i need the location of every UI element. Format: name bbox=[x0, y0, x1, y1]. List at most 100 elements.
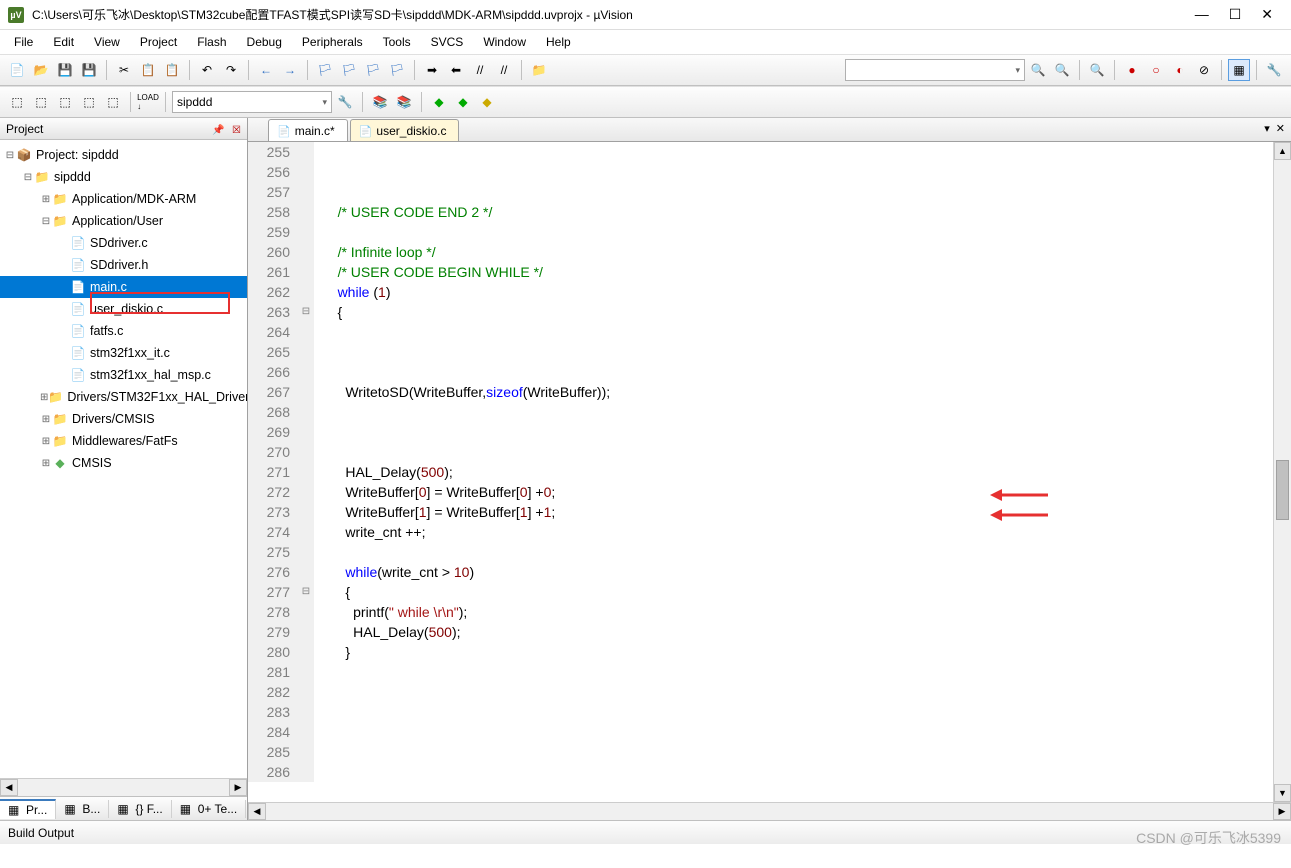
tree-file[interactable]: user_diskio.c bbox=[0, 298, 247, 320]
find-icon[interactable]: 🔍 bbox=[1027, 59, 1049, 81]
undo-icon[interactable]: ↶ bbox=[196, 59, 218, 81]
menu-svcs[interactable]: SVCS bbox=[421, 33, 474, 51]
menu-tools[interactable]: Tools bbox=[373, 33, 421, 51]
close-button[interactable]: ✕ bbox=[1261, 6, 1273, 23]
code-line[interactable]: 265 bbox=[248, 342, 1291, 362]
code-line[interactable]: 283 bbox=[248, 702, 1291, 722]
target-options-icon[interactable]: 🔧 bbox=[334, 91, 356, 113]
code-line[interactable]: 277⊟ { bbox=[248, 582, 1291, 602]
tree-group[interactable]: ⊞Drivers/STM32F1xx_HAL_Driver bbox=[0, 386, 247, 408]
editor-tab[interactable]: main.c* bbox=[268, 119, 348, 141]
tree-group[interactable]: ⊟Application/User bbox=[0, 210, 247, 232]
breakpoint-kill-icon[interactable]: ⊘ bbox=[1193, 59, 1215, 81]
tree-file[interactable]: SDdriver.h bbox=[0, 254, 247, 276]
panel-tab[interactable]: ▦{} F... bbox=[109, 800, 171, 818]
code-line[interactable]: 264 bbox=[248, 322, 1291, 342]
find-next-icon[interactable]: 🔍 bbox=[1051, 59, 1073, 81]
code-line[interactable]: 260 /* Infinite loop */ bbox=[248, 242, 1291, 262]
cut-icon[interactable]: ✂ bbox=[113, 59, 135, 81]
editor-vscroll[interactable]: ▲▼ bbox=[1273, 142, 1291, 802]
paste-icon[interactable]: 📋 bbox=[161, 59, 183, 81]
code-line[interactable]: 261 /* USER CODE BEGIN WHILE */ bbox=[248, 262, 1291, 282]
bookmark-prev-icon[interactable]: 🏳 bbox=[338, 59, 360, 81]
find-files-icon[interactable]: 📁 bbox=[528, 59, 550, 81]
bookmark-clear-icon[interactable]: 🏳 bbox=[386, 59, 408, 81]
menu-view[interactable]: View bbox=[84, 33, 130, 51]
code-line[interactable]: 266 bbox=[248, 362, 1291, 382]
code-line[interactable]: 268 bbox=[248, 402, 1291, 422]
code-line[interactable]: 285 bbox=[248, 742, 1291, 762]
pack-install-icon[interactable]: ◆ bbox=[476, 91, 498, 113]
code-line[interactable]: 258 /* USER CODE END 2 */ bbox=[248, 202, 1291, 222]
code-line[interactable]: 262 while (1) bbox=[248, 282, 1291, 302]
editor-hscroll[interactable]: ◀▶ bbox=[248, 802, 1291, 820]
redo-icon[interactable]: ↷ bbox=[220, 59, 242, 81]
panel-close-icon[interactable]: ☒ bbox=[232, 125, 241, 136]
breakpoint-disable-icon[interactable]: ◐ bbox=[1169, 59, 1191, 81]
minimize-button[interactable]: — bbox=[1195, 6, 1209, 23]
manage-icon[interactable]: 📚 bbox=[369, 91, 391, 113]
code-line[interactable]: 275 bbox=[248, 542, 1291, 562]
code-line[interactable]: 274 write_cnt ++; bbox=[248, 522, 1291, 542]
tab-close-icon[interactable]: ✕ bbox=[1276, 122, 1285, 135]
uncomment-icon[interactable]: // bbox=[493, 59, 515, 81]
code-line[interactable]: 282 bbox=[248, 682, 1291, 702]
editor-tab[interactable]: user_diskio.c bbox=[350, 119, 460, 141]
menu-file[interactable]: File bbox=[4, 33, 43, 51]
code-line[interactable]: 269 bbox=[248, 422, 1291, 442]
panel-tab[interactable]: ▦B... bbox=[56, 800, 109, 818]
tree-target[interactable]: ⊟sipddd bbox=[0, 166, 247, 188]
project-tree[interactable]: ⊟Project: sipddd⊟sipddd⊞Application/MDK-… bbox=[0, 140, 247, 778]
code-line[interactable]: 279 HAL_Delay(500); bbox=[248, 622, 1291, 642]
tree-file[interactable]: SDdriver.c bbox=[0, 232, 247, 254]
code-line[interactable]: 259 bbox=[248, 222, 1291, 242]
open-icon[interactable]: 📂 bbox=[30, 59, 52, 81]
target-combo[interactable]: sipddd▾ bbox=[172, 91, 332, 113]
debug-icon[interactable]: 🔍 bbox=[1086, 59, 1108, 81]
panel-tab[interactable]: ▦0+ Te... bbox=[172, 800, 246, 818]
new-icon[interactable]: 📄 bbox=[6, 59, 28, 81]
rebuild-icon[interactable]: ⬚ bbox=[54, 91, 76, 113]
code-line[interactable]: 267 WritetoSD(WriteBuffer,sizeof(WriteBu… bbox=[248, 382, 1291, 402]
save-all-icon[interactable]: 💾 bbox=[78, 59, 100, 81]
tab-list-icon[interactable]: ▾ bbox=[1264, 122, 1270, 135]
tree-file[interactable]: main.c bbox=[0, 276, 247, 298]
menu-edit[interactable]: Edit bbox=[43, 33, 84, 51]
code-line[interactable]: 255 bbox=[248, 142, 1291, 162]
tree-group[interactable]: ⊞CMSIS bbox=[0, 452, 247, 474]
menu-window[interactable]: Window bbox=[473, 33, 536, 51]
tree-hscroll[interactable]: ◀▶ bbox=[0, 778, 247, 796]
menu-project[interactable]: Project bbox=[130, 33, 187, 51]
window-icon[interactable]: ▦ bbox=[1228, 59, 1250, 81]
translate-icon[interactable]: ⬚ bbox=[6, 91, 28, 113]
menu-debug[interactable]: Debug bbox=[237, 33, 292, 51]
code-line[interactable]: 256 bbox=[248, 162, 1291, 182]
code-line[interactable]: 273 WriteBuffer[1] = WriteBuffer[1] +1; bbox=[248, 502, 1291, 522]
batch-build-icon[interactable]: ⬚ bbox=[78, 91, 100, 113]
code-line[interactable]: 257 bbox=[248, 182, 1291, 202]
code-line[interactable]: 278 printf(" while \r\n"); bbox=[248, 602, 1291, 622]
comment-icon[interactable]: // bbox=[469, 59, 491, 81]
tree-file[interactable]: stm32f1xx_it.c bbox=[0, 342, 247, 364]
pack-icon[interactable]: ◆ bbox=[452, 91, 474, 113]
breakpoint-enable-icon[interactable]: ○ bbox=[1145, 59, 1167, 81]
panel-pin-icon[interactable]: 📌 bbox=[212, 125, 224, 136]
indent-icon[interactable]: ➡ bbox=[421, 59, 443, 81]
build-icon[interactable]: ⬚ bbox=[30, 91, 52, 113]
bookmark-icon[interactable]: 🏳 bbox=[314, 59, 336, 81]
menu-flash[interactable]: Flash bbox=[187, 33, 236, 51]
download-icon[interactable]: LOAD↓ bbox=[137, 91, 159, 113]
menu-help[interactable]: Help bbox=[536, 33, 581, 51]
breakpoint-insert-icon[interactable]: ● bbox=[1121, 59, 1143, 81]
code-line[interactable]: 270 bbox=[248, 442, 1291, 462]
rtx-icon[interactable]: ◆ bbox=[428, 91, 450, 113]
code-line[interactable]: 276 while(write_cnt > 10) bbox=[248, 562, 1291, 582]
code-line[interactable]: 263⊟ { bbox=[248, 302, 1291, 322]
tree-project-root[interactable]: ⊟Project: sipddd bbox=[0, 144, 247, 166]
code-line[interactable]: 281 bbox=[248, 662, 1291, 682]
nav-back-icon[interactable]: ← bbox=[255, 59, 277, 81]
code-line[interactable]: 286 bbox=[248, 762, 1291, 782]
maximize-button[interactable]: ☐ bbox=[1229, 6, 1242, 23]
code-line[interactable]: 271 HAL_Delay(500); bbox=[248, 462, 1291, 482]
stop-build-icon[interactable]: ⬚ bbox=[102, 91, 124, 113]
